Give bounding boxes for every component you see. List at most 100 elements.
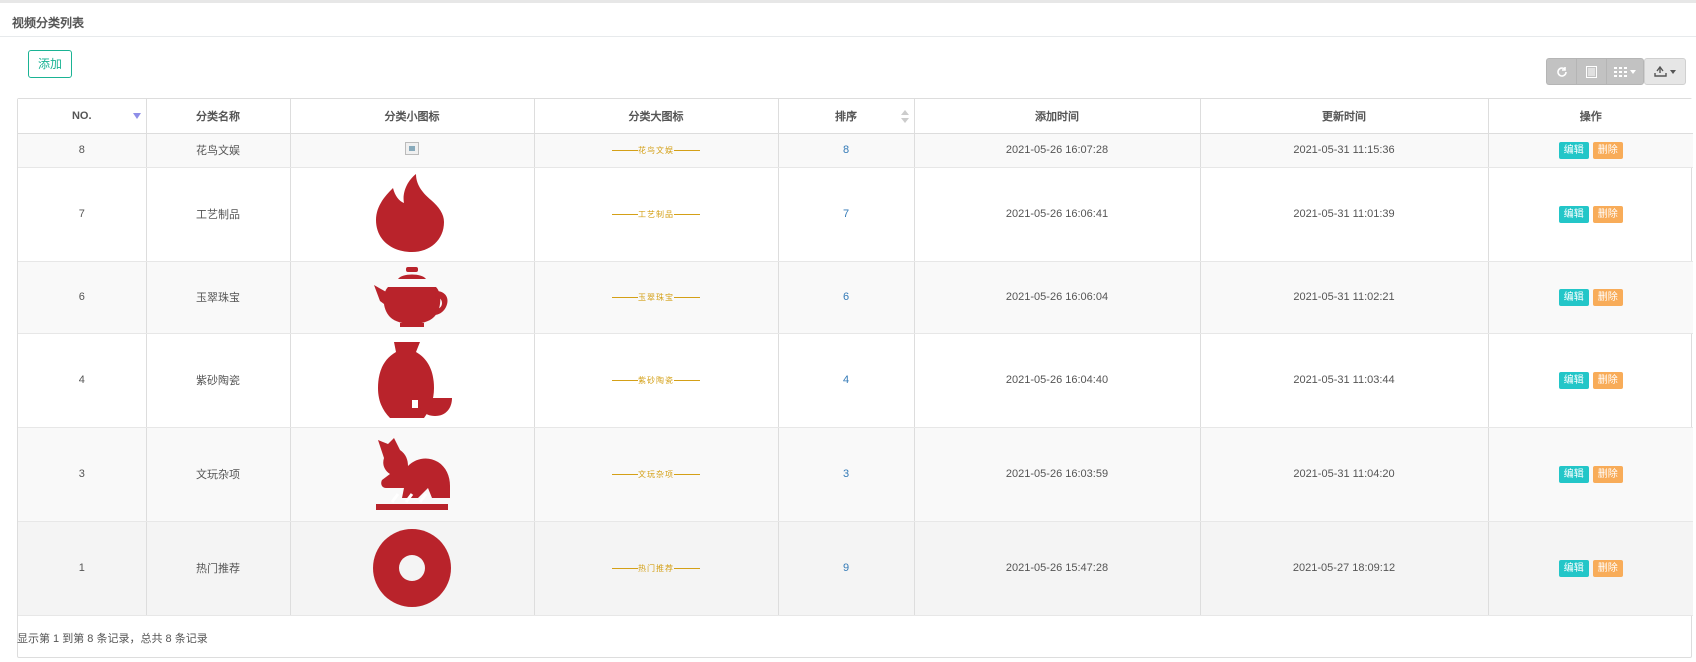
cell-name: 紫砂陶瓷: [146, 333, 291, 428]
cell-actions: 编辑 删除: [1488, 167, 1693, 262]
cell-name: 玉翠珠宝: [146, 261, 291, 334]
cell-sort[interactable]: 9: [778, 521, 915, 616]
col-header-actions: 操作: [1488, 99, 1693, 134]
table-row: 8 花鸟文娱 花鸟文娱 8 2021-05-26 16:07:28 2021-0…: [18, 133, 1693, 168]
columns-icon: [1614, 66, 1627, 77]
table-row: 6 玉翠珠宝 玉翠珠宝 6 2021-05-26 16:06:04 2021-0…: [18, 261, 1693, 334]
delete-button[interactable]: 删除: [1592, 205, 1623, 223]
export-icon: [1654, 66, 1667, 77]
cell-name: 文玩杂项: [146, 427, 291, 522]
broken-image-icon: [405, 142, 419, 155]
cell-no: 6: [18, 261, 147, 334]
table-header-row: NO. 分类名称 分类小图标 分类大图标 排序 添加时间 更新时间 操作: [18, 99, 1693, 134]
cell-banner: 玉翠珠宝: [534, 261, 779, 334]
cell-actions: 编辑 删除: [1488, 261, 1693, 334]
col-header-updated: 更新时间: [1200, 99, 1489, 134]
cell-updated: 2021-05-31 11:02:21: [1200, 261, 1489, 334]
cell-small-icon: [290, 133, 535, 168]
cell-updated: 2021-05-31 11:04:20: [1200, 427, 1489, 522]
col-header-no[interactable]: NO.: [18, 99, 147, 134]
banner-image: 玉翠珠宝: [612, 292, 700, 303]
cell-created: 2021-05-26 16:06:04: [914, 261, 1201, 334]
cell-actions: 编辑 删除: [1488, 333, 1693, 428]
cell-sort[interactable]: 3: [778, 427, 915, 522]
cell-sort[interactable]: 4: [778, 333, 915, 428]
columns-button[interactable]: [1606, 58, 1644, 85]
table-row: 1 热门推荐 热门推荐 9 2021-05-26 15:47:28 2021-0…: [18, 521, 1693, 616]
cell-updated: 2021-05-31 11:01:39: [1200, 167, 1489, 262]
cell-updated: 2021-05-31 11:15:36: [1200, 133, 1489, 168]
cell-created: 2021-05-26 15:47:28: [914, 521, 1201, 616]
cell-no: 3: [18, 427, 147, 522]
cell-small-icon: [290, 261, 535, 334]
add-button[interactable]: 添加: [28, 50, 72, 78]
col-header-sort[interactable]: 排序: [778, 99, 915, 134]
cell-banner: 工艺制品: [534, 167, 779, 262]
page-title: 视频分类列表: [12, 16, 85, 30]
cell-sort[interactable]: 8: [778, 133, 915, 168]
table-toolbar: [1546, 58, 1686, 85]
edit-button[interactable]: 编辑: [1558, 141, 1589, 159]
edit-button[interactable]: 编辑: [1558, 465, 1589, 483]
cell-created: 2021-05-26 16:03:59: [914, 427, 1201, 522]
chevron-down-icon: [1630, 69, 1636, 74]
cell-actions: 编辑 删除: [1488, 133, 1693, 168]
col-header-created: 添加时间: [914, 99, 1201, 134]
panel-header: 视频分类列表: [0, 3, 1696, 37]
edit-button[interactable]: 编辑: [1558, 205, 1589, 223]
table-row: 7 工艺制品 工艺制品 7 2021-05-26 16:06:41 2021-0…: [18, 167, 1693, 262]
refresh-button[interactable]: [1546, 58, 1576, 85]
cell-created: 2021-05-26 16:04:40: [914, 333, 1201, 428]
cell-name: 热门推荐: [146, 521, 291, 616]
cell-no: 7: [18, 167, 147, 262]
vase-icon: [378, 342, 452, 418]
delete-button[interactable]: 删除: [1592, 288, 1623, 306]
export-button[interactable]: [1644, 58, 1686, 85]
cell-updated: 2021-05-31 11:03:44: [1200, 333, 1489, 428]
sort-desc-icon: [132, 113, 141, 119]
delete-button[interactable]: 删除: [1592, 371, 1623, 389]
cell-sort[interactable]: 7: [778, 167, 915, 262]
cell-no: 1: [18, 521, 147, 616]
ring-icon: [373, 529, 451, 607]
cell-no: 4: [18, 333, 147, 428]
col-header-name: 分类名称: [146, 99, 291, 134]
cell-small-icon: [290, 167, 535, 262]
banner-image: 工艺制品: [612, 209, 700, 220]
cell-banner: 紫砂陶瓷: [534, 333, 779, 428]
sort-icon: [900, 110, 909, 123]
delete-button[interactable]: 删除: [1592, 141, 1623, 159]
banner-image: 文玩杂项: [612, 469, 700, 480]
chevron-down-icon: [1670, 69, 1676, 74]
table-row: 3 文玩杂项 文玩杂项 3 2021-05-26 16:03:59 2021-0…: [18, 427, 1693, 522]
banner-image: 紫砂陶瓷: [612, 375, 700, 386]
edit-button[interactable]: 编辑: [1558, 371, 1589, 389]
delete-button[interactable]: 删除: [1592, 465, 1623, 483]
cell-banner: 热门推荐: [534, 521, 779, 616]
edit-button[interactable]: 编辑: [1558, 559, 1589, 577]
col-header-small-icon: 分类小图标: [290, 99, 535, 134]
edit-button[interactable]: 编辑: [1558, 288, 1589, 306]
toggle-view-icon: [1586, 65, 1597, 78]
cell-banner: 花鸟文娱: [534, 133, 779, 168]
category-table: NO. 分类名称 分类小图标 分类大图标 排序 添加时间 更新时间 操作 8 花…: [17, 98, 1693, 658]
banner-image: 花鸟文娱: [612, 145, 700, 156]
cell-small-icon: [290, 521, 535, 616]
teapot-icon: [374, 267, 448, 327]
table-row: 4 紫砂陶瓷 紫砂陶瓷 4 2021-05-26 16:04:40 2021-0…: [18, 333, 1693, 428]
cell-created: 2021-05-26 16:07:28: [914, 133, 1201, 168]
cell-updated: 2021-05-27 18:09:12: [1200, 521, 1489, 616]
flame-icon: [376, 174, 444, 252]
cell-small-icon: [290, 427, 535, 522]
banner-image: 热门推荐: [612, 563, 700, 574]
toggle-view-button[interactable]: [1576, 58, 1606, 85]
cell-sort[interactable]: 6: [778, 261, 915, 334]
cell-actions: 编辑 删除: [1488, 427, 1693, 522]
cell-created: 2021-05-26 16:06:41: [914, 167, 1201, 262]
pagination-summary: 显示第 1 到第 8 条记录，总共 8 条记录: [17, 633, 208, 645]
delete-button[interactable]: 删除: [1592, 559, 1623, 577]
cell-banner: 文玩杂项: [534, 427, 779, 522]
cell-small-icon: [290, 333, 535, 428]
beast-icon: [376, 438, 450, 510]
refresh-icon: [1556, 66, 1567, 77]
